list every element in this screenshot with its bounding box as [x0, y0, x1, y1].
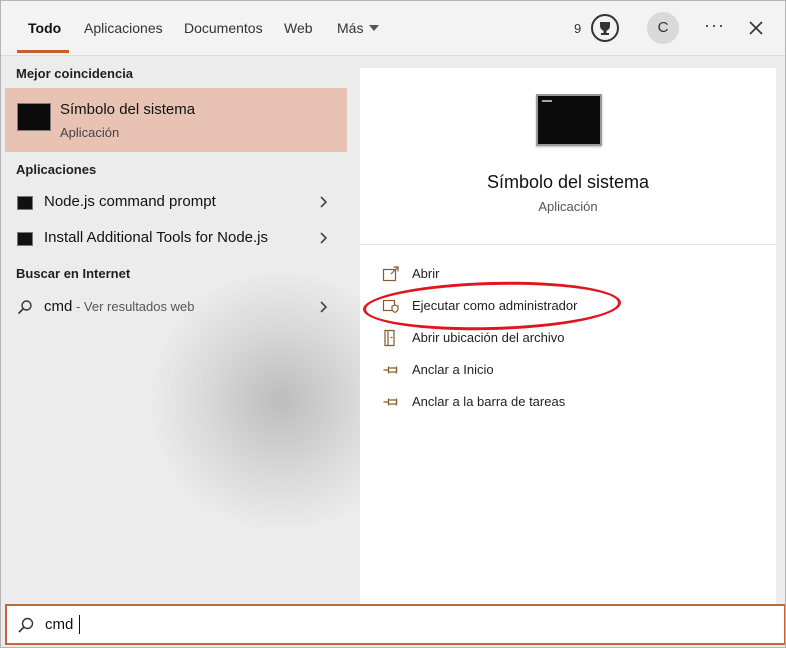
pin-icon: [383, 366, 398, 374]
command-prompt-icon: [536, 94, 602, 146]
web-search-query: cmd: [44, 298, 73, 315]
web-search-hint: - Ver resultados web: [72, 299, 195, 314]
chevron-right-icon[interactable]: [319, 196, 328, 208]
action-pin-to-start[interactable]: Anclar a Inicio: [382, 358, 762, 382]
tab-todo[interactable]: Todo: [28, 20, 61, 36]
action-label: Abrir ubicación del archivo: [412, 330, 565, 345]
web-search-item[interactable]: cmd - Ver resultados web: [5, 292, 347, 322]
rewards-points: 9: [574, 21, 582, 36]
active-tab-indicator: [17, 50, 69, 53]
web-search-label: cmd - Ver resultados web: [44, 298, 194, 315]
tab-mas[interactable]: Más: [337, 20, 380, 36]
chevron-right-icon[interactable]: [319, 232, 328, 244]
action-run-as-admin[interactable]: Ejecutar como administrador: [382, 294, 762, 318]
top-bar: Todo Aplicaciones Documentos Web Más 9 C…: [1, 1, 785, 56]
list-item-install-additional-tools[interactable]: Install Additional Tools for Node.js: [5, 223, 347, 253]
more-options-icon[interactable]: ···: [704, 15, 725, 36]
tab-documentos[interactable]: Documentos: [184, 20, 263, 36]
tab-mas-label: Más: [337, 20, 364, 36]
action-label: Anclar a la barra de tareas: [412, 394, 566, 409]
best-match-item[interactable]: Símbolo del sistema Aplicación: [5, 88, 347, 152]
tab-web[interactable]: Web: [284, 20, 313, 36]
tab-aplicaciones[interactable]: Aplicaciones: [84, 20, 163, 36]
search-icon: [17, 300, 32, 315]
divider: [360, 244, 776, 245]
shield-icon: [382, 299, 399, 314]
apps-heading: Aplicaciones: [16, 162, 97, 177]
web-search-heading: Buscar en Internet: [16, 266, 131, 281]
text-caret: [79, 615, 80, 634]
chevron-down-icon: [369, 25, 380, 31]
best-match-title: Símbolo del sistema: [60, 101, 196, 118]
search-icon: [18, 617, 34, 633]
app-icon: [17, 196, 33, 210]
chevron-right-icon[interactable]: [319, 301, 328, 313]
close-icon[interactable]: [746, 18, 766, 38]
best-match-subtitle: Aplicación: [60, 125, 120, 140]
app-label: Install Additional Tools for Node.js: [44, 229, 269, 246]
file-location-icon: [384, 329, 395, 347]
avatar[interactable]: C: [647, 12, 679, 44]
app-label: Node.js command prompt: [44, 193, 216, 210]
app-icon: [17, 232, 33, 246]
action-label: Ejecutar como administrador: [412, 298, 578, 313]
rewards-trophy-icon[interactable]: [590, 13, 620, 43]
detail-subtitle: Aplicación: [538, 199, 598, 214]
action-open-file-location[interactable]: Abrir ubicación del archivo: [382, 326, 762, 350]
action-open[interactable]: Abrir: [382, 262, 762, 286]
command-prompt-icon: [17, 103, 51, 131]
action-pin-to-taskbar[interactable]: Anclar a la barra de tareas: [382, 390, 762, 414]
pin-icon: [383, 398, 398, 406]
action-label: Anclar a Inicio: [412, 362, 494, 377]
detail-panel: Símbolo del sistema Aplicación Abrir Eje…: [360, 68, 776, 605]
search-box[interactable]: [5, 604, 785, 645]
best-match-heading: Mejor coincidencia: [16, 66, 134, 81]
action-label: Abrir: [412, 266, 440, 281]
start-search-window: Todo Aplicaciones Documentos Web Más 9 C…: [0, 0, 786, 648]
list-item-nodejs-command-prompt[interactable]: Node.js command prompt: [5, 187, 347, 217]
detail-title: Símbolo del sistema: [486, 172, 650, 192]
search-input[interactable]: [45, 612, 745, 636]
open-icon: [382, 266, 399, 282]
